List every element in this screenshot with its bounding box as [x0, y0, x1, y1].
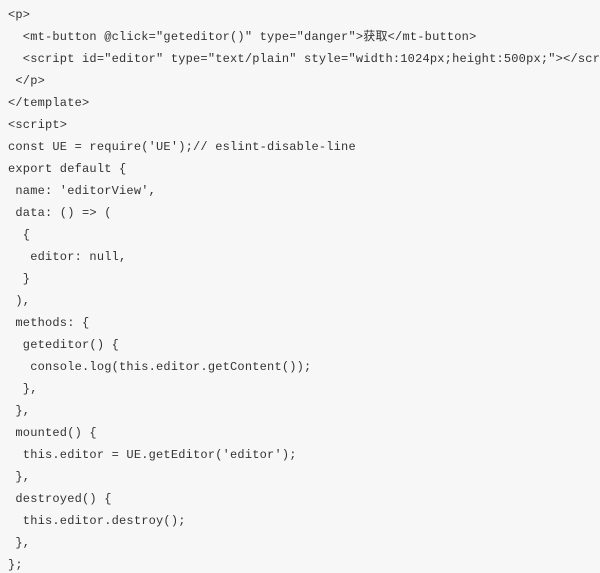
- code-snippet: <p> <mt-button @click="geteditor()" type…: [0, 0, 600, 573]
